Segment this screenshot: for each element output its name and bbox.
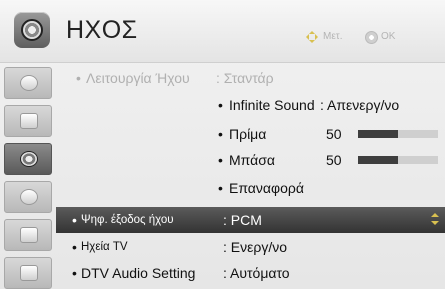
tv-speaker-label: Ηχεία TV [81,241,128,253]
menu-item-reset[interactable]: • Επαναφορά [56,176,445,200]
ok-hint-label: OK [381,31,396,42]
treble-level-bar[interactable] [358,130,438,138]
clock-icon [20,189,38,205]
bass-label: Μπάσα [229,152,275,168]
sidebar-item-picture[interactable] [4,105,52,137]
bass-level-bar[interactable] [358,156,438,164]
bullet: • [72,239,77,255]
page-title: ΗΧΟΣ [66,16,138,44]
navigate-arrows-icon [305,30,319,44]
bullet: • [218,97,223,113]
lock-icon [20,227,38,243]
sidebar-item-audio[interactable] [4,143,52,175]
header-bar: ΗΧΟΣ Μετ. OK [0,0,445,63]
infinite-sound-value: : Απενεργ/νο [320,97,400,113]
bass-value: 50 [326,152,342,168]
move-hint-label: Μετ. [323,31,343,42]
bullet: • [218,180,223,196]
category-sidebar [0,63,56,289]
menu-item-tv-speaker[interactable]: • Ηχεία TV : Ενεργ/νο [56,235,445,259]
infinite-sound-label: Infinite Sound [229,97,315,113]
menu-item-dtv-audio-setting[interactable]: • DTV Audio Setting : Αυτόματο [56,261,445,285]
speaker-icon [20,151,38,167]
bullet: • [72,265,77,281]
satellite-icon [20,75,38,91]
sound-mode-value: : Σταντάρ [216,70,274,86]
menu-item-sound-mode[interactable]: • Λειτουργία Ήχου : Σταντάρ [56,66,445,90]
bullet: • [76,70,81,86]
picture-icon [20,113,38,129]
options-icon [20,265,38,281]
ok-button-icon [365,31,378,44]
sidebar-item-setup[interactable] [4,67,52,99]
treble-label: Πρίμα [229,126,267,142]
menu-item-treble[interactable]: • Πρίμα 50 [56,122,445,146]
sound-mode-label: Λειτουργία Ήχου [86,70,190,86]
bullet: • [218,126,223,142]
dtv-audio-setting-value: : Αυτόματο [223,265,290,281]
tv-speaker-value: : Ενεργ/νο [223,239,287,255]
audio-settings-screen: ΗΧΟΣ Μετ. OK • Λειτουργία Ήχου : Σταντάρ… [0,0,445,289]
dtv-audio-setting-label: DTV Audio Setting [81,265,196,281]
menu-item-bass[interactable]: • Μπάσα 50 [56,148,445,172]
sidebar-item-options[interactable] [4,257,52,289]
menu-item-infinite-sound[interactable]: • Infinite Sound : Απενεργ/νο [56,93,445,117]
bullet: • [218,152,223,168]
sound-menu-icon [14,12,50,48]
menu-item-digital-audio-out[interactable]: • Ψηφ. έξοδος ήχου : PCM [56,207,445,233]
sidebar-item-lock[interactable] [4,219,52,251]
digital-audio-out-label: Ψηφ. έξοδος ήχου [81,214,174,226]
bullet: • [72,212,77,228]
sidebar-item-time[interactable] [4,181,52,213]
up-down-arrows-icon [431,212,439,228]
digital-audio-out-value: : PCM [223,212,262,228]
reset-label: Επαναφορά [229,180,304,196]
treble-value: 50 [326,126,342,142]
